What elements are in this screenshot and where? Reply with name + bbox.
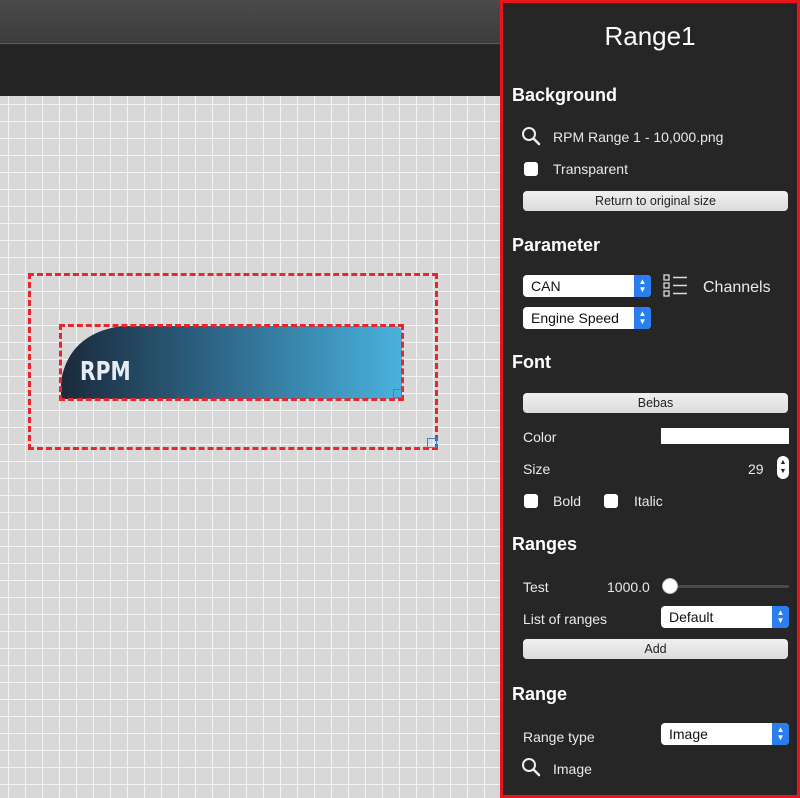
outer-resize-handle[interactable] bbox=[427, 438, 437, 448]
chevron-updown-icon: ▲ ▼ bbox=[772, 606, 789, 628]
size-label: Size bbox=[523, 461, 551, 477]
parameter-source-select[interactable]: CAN ▲ ▼ bbox=[523, 275, 651, 297]
inner-resize-handle[interactable] bbox=[393, 389, 402, 398]
channel-value: Engine Speed bbox=[531, 310, 619, 326]
ranges-heading: Ranges bbox=[512, 534, 578, 554]
background-heading: Background bbox=[512, 85, 618, 105]
test-value: 1000.0 bbox=[607, 579, 650, 595]
editor-toolbar bbox=[0, 45, 500, 96]
chevron-updown-icon: ▲ ▼ bbox=[634, 307, 651, 329]
bold-label: Bold bbox=[553, 493, 582, 509]
inner-selection-box[interactable] bbox=[59, 324, 404, 401]
font-heading: Font bbox=[512, 352, 551, 372]
color-swatch[interactable] bbox=[661, 428, 789, 444]
font-select-button[interactable]: Bebas bbox=[523, 393, 788, 413]
bold-checkbox[interactable] bbox=[524, 494, 538, 508]
parameter-heading: Parameter bbox=[512, 235, 601, 255]
parameter-source-value: CAN bbox=[531, 278, 561, 294]
inspector-panel: Range1 Background RPM Range 1 - 10,000.p… bbox=[500, 0, 800, 798]
range-image-label: Image bbox=[553, 761, 592, 777]
list-of-ranges-select[interactable]: Default ▲ ▼ bbox=[661, 606, 789, 628]
color-label: Color bbox=[523, 429, 557, 445]
range-heading: Range bbox=[512, 684, 568, 704]
range-type-label: Range type bbox=[523, 729, 595, 745]
checklist-icon[interactable] bbox=[663, 274, 689, 303]
italic-checkbox[interactable] bbox=[604, 494, 618, 508]
transparent-checkbox[interactable] bbox=[524, 162, 538, 176]
panel-title: Range1 bbox=[604, 21, 696, 51]
italic-label: Italic bbox=[634, 493, 663, 509]
channels-label[interactable]: Channels bbox=[703, 279, 771, 297]
window-toolbar bbox=[0, 0, 500, 44]
channel-select[interactable]: Engine Speed ▲ ▼ bbox=[523, 307, 651, 329]
chevron-updown-icon: ▲ ▼ bbox=[634, 275, 651, 297]
size-value[interactable]: 29 bbox=[748, 461, 764, 477]
search-icon[interactable] bbox=[521, 126, 541, 151]
list-of-ranges-label: List of ranges bbox=[523, 611, 608, 627]
transparent-label: Transparent bbox=[553, 161, 628, 177]
test-slider-track[interactable] bbox=[668, 585, 789, 588]
background-image-name: RPM Range 1 - 10,000.png bbox=[553, 129, 724, 145]
chevron-updown-icon: ▲ ▼ bbox=[772, 723, 789, 745]
stepper-icon[interactable]: ▲ ▼ bbox=[777, 456, 789, 479]
test-slider-thumb[interactable] bbox=[662, 578, 678, 594]
range-type-select[interactable]: Image ▲ ▼ bbox=[661, 723, 789, 745]
range-type-value: Image bbox=[669, 726, 708, 742]
list-of-ranges-value: Default bbox=[669, 609, 714, 625]
test-label: Test bbox=[523, 579, 549, 595]
return-to-original-size-button[interactable]: Return to original size bbox=[523, 191, 788, 211]
add-range-button[interactable]: Add bbox=[523, 639, 788, 659]
search-icon[interactable] bbox=[521, 757, 541, 782]
